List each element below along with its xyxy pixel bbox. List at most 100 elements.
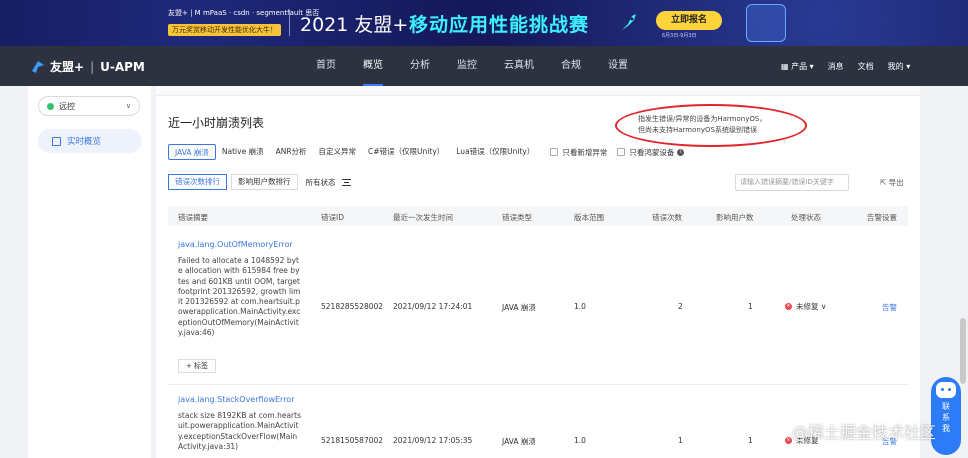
banner-title: 移动应用性能挑战赛 xyxy=(409,14,590,36)
checkbox-label: 只看鸿蒙设备 xyxy=(629,147,675,157)
checkbox-label: 只看新增异常 xyxy=(562,147,608,157)
error-description: Failed to allocate a 1048592 byte alloca… xyxy=(178,256,301,338)
umeng-logo-icon xyxy=(32,60,44,73)
rocket-icon xyxy=(622,14,636,30)
last-time: 2021/09/12 17:05:35 xyxy=(393,436,473,445)
promo-banner[interactable]: 友盟+ | M mPaaS · csdn · segmentfault 思否 万… xyxy=(0,0,968,46)
version-range: 1.0 xyxy=(574,302,586,311)
products-menu[interactable]: ▦ 产品 ▾ xyxy=(781,61,814,72)
nav-right: ▦ 产品 ▾ 消息 文档 我的 ▾ xyxy=(781,46,924,86)
chevron-down-icon: ∨ xyxy=(125,102,131,110)
nav-cloud-device[interactable]: 云真机 xyxy=(504,46,534,86)
tab-anr[interactable]: ANR分析 xyxy=(270,144,313,160)
error-count: 2 xyxy=(678,302,683,311)
col-summary: 错误摘要 xyxy=(178,213,208,222)
tab-java-crash[interactable]: JAVA 崩溃 xyxy=(168,144,216,160)
account-label: 我的 xyxy=(887,61,904,71)
account-menu[interactable]: 我的 ▾ xyxy=(888,61,911,72)
contact-helper-button[interactable]: 联 系 我 xyxy=(931,377,961,455)
sidebar-item-label: 实时概览 xyxy=(67,137,102,147)
messages-link[interactable]: 消息 xyxy=(828,61,844,72)
brand-separator: | xyxy=(90,59,95,74)
tab-custom-exception[interactable]: 自定义异常 xyxy=(313,144,363,160)
sidebar-item-realtime[interactable]: 实时概览 xyxy=(38,129,142,153)
nav-overview[interactable]: 概览 xyxy=(363,46,383,86)
col-alarm: 告警设置 xyxy=(867,213,897,222)
error-status-icon: × xyxy=(785,437,792,444)
error-title-link[interactable]: java.lang.OutOfMemoryError xyxy=(178,240,293,249)
tab-native-crash[interactable]: Native 崩溃 xyxy=(216,144,270,160)
page-scrollbar[interactable] xyxy=(960,318,966,384)
banner-year: 2021 友盟+ xyxy=(300,14,409,36)
col-type: 错误类型 xyxy=(502,213,532,222)
col-count: 错误次数 xyxy=(652,213,682,222)
new-only-checkbox[interactable]: 只看新增异常 xyxy=(550,147,607,158)
chip-illustration-icon xyxy=(746,4,786,42)
banner-sponsors: 友盟+ | M mPaaS · csdn · segmentfault 思否 xyxy=(168,9,320,17)
add-tag-button[interactable]: + 标签 xyxy=(178,359,216,373)
app-select-value: 远控 xyxy=(59,101,75,111)
sort-by-errors-button[interactable]: 错误次数排行 xyxy=(168,174,227,190)
sort-row: 错误次数排行 影响用户数排行 所有状态 xyxy=(168,174,351,190)
nav-home[interactable]: 首页 xyxy=(316,46,336,86)
register-button[interactable]: 立即报名 xyxy=(656,11,722,30)
error-id: 5218150587002 xyxy=(321,436,384,445)
page-title: 近一小时崩溃列表 xyxy=(168,116,265,130)
col-version: 版本范围 xyxy=(574,213,604,222)
affected-users: 1 xyxy=(748,302,753,311)
app-status-dot xyxy=(47,102,54,110)
info-icon[interactable]: i xyxy=(677,148,685,156)
error-id: 5218285528002 xyxy=(321,302,384,311)
sidebar: 远控 ∨ 实时概览 xyxy=(28,86,151,458)
col-last-time: 最近一次发生时间 xyxy=(393,213,453,222)
nav-analysis[interactable]: 分析 xyxy=(410,46,430,86)
nav-compliance[interactable]: 合规 xyxy=(561,46,581,86)
affected-users: 1 xyxy=(748,436,753,445)
docs-link[interactable]: 文档 xyxy=(858,61,874,72)
brand-logo[interactable]: 友盟+ | U-APM xyxy=(30,58,145,75)
tab-csharp-error[interactable]: C#错误（仅限Unity） xyxy=(362,144,450,160)
nav-monitor[interactable]: 监控 xyxy=(457,46,477,86)
helper-text-1: 联 xyxy=(942,402,950,411)
error-type: JAVA 崩溃 xyxy=(502,303,536,312)
main-panel: 近一小时崩溃列表 指发生错误/异常的设备为HarmonyOS，但尚未支持Harm… xyxy=(156,86,920,458)
banner-divider xyxy=(289,10,290,36)
watermark: @稀土掘金技术社区 xyxy=(792,423,937,442)
nav-settings[interactable]: 设置 xyxy=(608,46,628,86)
export-label: 导出 xyxy=(888,178,904,187)
top-strip xyxy=(156,86,920,96)
error-title-link[interactable]: java.lang.StackOverflowError xyxy=(178,395,295,404)
status-filter[interactable]: 所有状态 xyxy=(306,177,351,188)
table-row: java.lang.OutOfMemoryError Failed to all… xyxy=(168,236,908,376)
product-name: U-APM xyxy=(100,59,145,74)
top-navbar: 友盟+ | U-APM 首页 概览 分析 监控 云真机 合规 设置 ▦ 产品 ▾… xyxy=(0,46,968,86)
tab-lua-error[interactable]: Lua错误（仅限Unity） xyxy=(450,144,540,160)
harmony-only-checkbox[interactable]: 只看鸿蒙设备 i xyxy=(617,147,685,158)
brand-name: 友盟+ xyxy=(50,60,85,74)
sort-by-users-button[interactable]: 影响用户数排行 xyxy=(231,174,298,190)
error-count: 1 xyxy=(678,436,683,445)
main-nav: 首页 概览 分析 监控 云真机 合规 设置 xyxy=(316,46,655,86)
search-input[interactable]: 请输入错误摘要/错误ID关键字 xyxy=(735,174,849,191)
last-time: 2021/09/12 17:24:01 xyxy=(393,302,473,311)
app-select[interactable]: 远控 ∨ xyxy=(38,96,140,116)
status-dropdown[interactable]: × 未修复 ∨ xyxy=(785,301,826,312)
status-label: 未修复 xyxy=(796,302,819,311)
crash-type-tabs: JAVA 崩溃 Native 崩溃 ANR分析 自定义异常 C#错误（仅限Uni… xyxy=(168,144,685,160)
export-button[interactable]: ⇱ 导出 xyxy=(880,177,904,188)
row-divider xyxy=(168,384,908,385)
status-filter-label: 所有状态 xyxy=(305,177,336,187)
monitor-icon xyxy=(52,136,61,146)
error-type: JAVA 崩溃 xyxy=(502,437,536,446)
banner-subtitle: 万元奖赏移动开发性能优化大牛！ xyxy=(168,24,281,36)
highlight-annotation xyxy=(615,104,807,147)
table-header: 错误摘要 错误ID 最近一次发生时间 错误类型 版本范围 错误次数 影响用户数 … xyxy=(168,206,908,226)
col-status: 处理状态 xyxy=(791,213,821,222)
checkbox-box xyxy=(550,148,559,156)
robot-icon xyxy=(936,382,956,398)
alarm-link[interactable]: 告警 xyxy=(882,302,897,313)
products-label: 产品 xyxy=(791,61,808,71)
error-status-icon: × xyxy=(785,303,792,310)
error-description: stack size 8192KB at com.heartsuit.power… xyxy=(178,411,301,451)
checkbox-box xyxy=(617,148,626,156)
